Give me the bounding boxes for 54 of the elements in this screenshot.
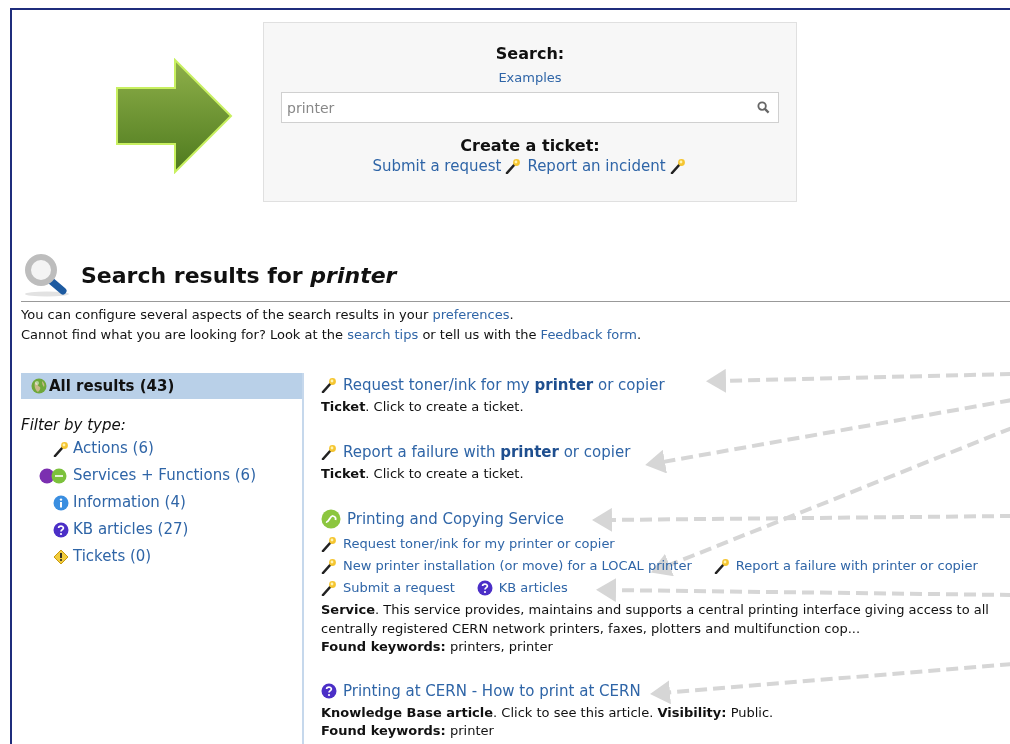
filter-link[interactable]: Services + Functions (6) (73, 462, 256, 489)
all-results-item[interactable]: All results (43) (21, 373, 302, 399)
twin-circles-icon (39, 467, 69, 484)
search-icon[interactable] (757, 101, 770, 114)
result-description: Knowledge Base article. Click to see this article. Visibility: Public. (321, 704, 774, 722)
intro-text: You can configure several aspects of the search results in your preferences. (21, 306, 515, 324)
info-icon (53, 494, 69, 511)
wand-icon (321, 444, 337, 460)
text-link[interactable]: preferences (432, 307, 510, 322)
result-description: Ticket. Click to create a ticket. (321, 398, 524, 416)
result-link[interactable]: Report a failure with printer or copier (343, 440, 631, 464)
panel-heading: Search: (495, 44, 565, 64)
sub-link[interactable]: Request toner/ink for my printer or copier (343, 533, 615, 555)
question-icon (476, 580, 493, 596)
search-field[interactable]: printer (281, 92, 779, 123)
wand-icon (53, 440, 69, 457)
filter-link[interactable]: KB articles (27) (73, 516, 189, 543)
examples-link[interactable]: Examples (498, 69, 562, 87)
warning-icon (53, 548, 69, 565)
wand-icon (321, 377, 337, 393)
found-keywords: Found keywords: printers, printer (321, 638, 553, 655)
text-link[interactable]: Feedback form (540, 327, 637, 342)
found-keywords: Found keywords: printer (321, 722, 494, 739)
wand-icon (321, 558, 337, 574)
wand-icon (669, 158, 686, 174)
se-circle-icon (321, 509, 341, 529)
result-link[interactable]: Printing at CERN - How to print at CERN (343, 679, 641, 703)
search-icon (23, 253, 71, 297)
result-link[interactable]: Request toner/ink for my printer or copier (343, 373, 665, 397)
question-icon (321, 683, 337, 699)
sub-link[interactable]: KB articles (498, 577, 568, 599)
ticket-link[interactable]: Submit a request (372, 156, 502, 176)
sub-link[interactable]: New printer installation (or move) for a LOCAL printer (343, 555, 692, 577)
result-description: Ticket. Click to create a ticket. (321, 465, 524, 483)
wand-icon (505, 158, 522, 174)
wand-icon (321, 580, 337, 596)
globe-icon (31, 378, 47, 394)
question-icon (53, 521, 69, 538)
result-link[interactable]: Printing and Copying Service (347, 507, 564, 531)
text-link[interactable]: search tips (347, 327, 419, 342)
filter-link[interactable]: Tickets (0) (73, 543, 152, 570)
filter-link[interactable]: Actions (6) (73, 435, 154, 462)
sub-link[interactable]: Submit a request (343, 577, 455, 599)
wand-icon (321, 536, 337, 552)
result-description: Service. This service provides, maintains and supports a central printing interface giving access to all centrally registered CERN network printers, faxes, plotters and multifunction cop... (321, 601, 989, 638)
all-results-label: All results (43) (49, 377, 175, 395)
intro-text: Cannot find what you are looking for? Look at the search tips or tell us with the Feedback form. (21, 326, 643, 344)
ticket-link[interactable]: Report an incident (527, 156, 666, 176)
sub-link[interactable]: Report a failure with printer or copier (735, 555, 978, 577)
panel-heading: Create a ticket: (460, 136, 600, 156)
results-heading: Search results for printer (81, 262, 397, 288)
filter-link[interactable]: Information (4) (73, 489, 186, 516)
wand-icon (713, 558, 730, 574)
filter-heading: Filter by type: (21, 415, 127, 435)
